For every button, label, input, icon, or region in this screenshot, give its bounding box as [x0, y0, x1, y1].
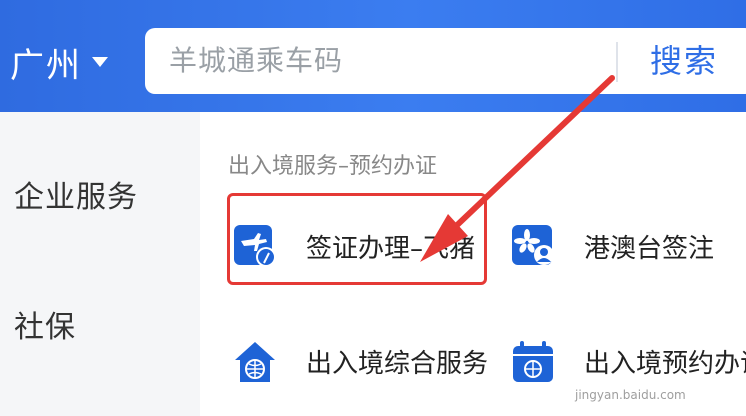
house-globe-icon [235, 342, 275, 382]
city-label: 广州 [10, 45, 82, 86]
service-label: 出入境综合服务 [306, 348, 489, 379]
service-label: 港澳台签注 [584, 233, 715, 264]
highlight-box [227, 193, 487, 285]
top-header: 广州 羊城通乘车码 搜索 [0, 0, 746, 112]
sidebar-item-enterprise[interactable]: 企业服务 [14, 172, 138, 216]
service-exit-entry-general[interactable]: 出入境综合服务 [232, 338, 488, 384]
search-divider [616, 42, 618, 82]
watermark: jingyan.baidu.com [575, 388, 686, 402]
sidebar: 企业服务 社保 [0, 112, 200, 416]
search-bar[interactable]: 羊城通乘车码 搜索 [145, 28, 746, 94]
city-selector[interactable]: 广州 [10, 40, 108, 86]
sidebar-item-social-security[interactable]: 社保 [14, 302, 76, 346]
service-exit-entry-appointment[interactable]: 出入境预约办证 [510, 338, 746, 384]
caret-down-icon [92, 57, 108, 67]
search-input[interactable]: 羊城通乘车码 [169, 28, 343, 94]
service-hk-macao-taiwan[interactable]: 港澳台签注 [510, 223, 714, 269]
section-title: 出入境服务–预约办证 [228, 154, 438, 179]
search-button[interactable]: 搜索 [650, 28, 718, 94]
calendar-globe-icon [513, 341, 553, 382]
service-label: 出入境预约办证 [584, 348, 746, 379]
flower-user-icon [512, 225, 554, 265]
